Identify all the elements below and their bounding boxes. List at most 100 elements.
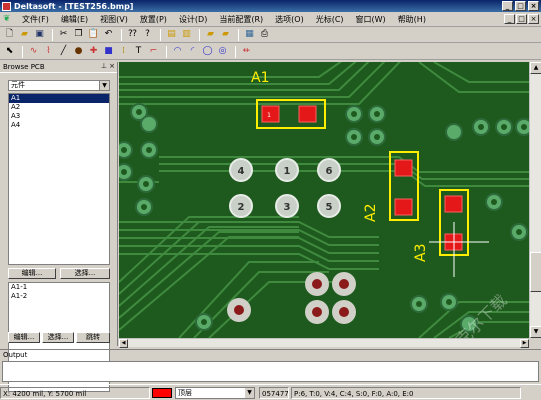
text-icon[interactable]: T [132, 45, 145, 58]
rectangle-icon[interactable]: ■ [102, 45, 115, 58]
doc-restore-button[interactable]: □ [516, 14, 527, 24]
doc-close-button[interactable]: × [528, 14, 539, 24]
title-bar: Deltasoft - [TEST256.bmp] _ □ × [0, 0, 541, 12]
component-list[interactable]: A1 A2 A3 A4 [8, 93, 110, 265]
image-icon[interactable]: ▦ [243, 28, 256, 41]
context-help-icon[interactable]: ⁇ [126, 28, 139, 41]
browse-type-value: 元件 [11, 81, 25, 89]
arc-center-icon[interactable]: ◜ [186, 45, 199, 58]
status-params: P:6, T:0, V:4, C:4, S:0, F:0, A:0, E:0 [291, 386, 521, 399]
copy-icon[interactable]: ❐ [72, 28, 85, 41]
import-icon[interactable]: ▤ [165, 28, 178, 41]
menu-edit[interactable]: 编辑(E) [55, 14, 94, 25]
scroll-up-icon[interactable]: ▲ [530, 62, 541, 74]
toolbar-drawing: ⬉ ∿ ⌇ ╱ ● ✚ ■ ⁞ T ⌐ ◠ ◜ ◯ ◎ ⇷ [0, 44, 541, 60]
edit-pin-button[interactable]: 编辑... [8, 332, 40, 343]
menu-options[interactable]: 选项(O) [269, 14, 310, 25]
pin-number-label: 2 [238, 202, 245, 213]
pad-icon[interactable]: ✚ [87, 45, 100, 58]
circle-icon[interactable]: ◯ [201, 45, 214, 58]
maximize-button[interactable]: □ [515, 1, 526, 11]
print-icon[interactable]: ⎙ [258, 28, 271, 41]
browse-pcb-panel: Browse PCB ⊥ × 元件 ▼ A1 A2 A3 A4 编辑... 选择… [0, 62, 118, 392]
designator-label: A2 [363, 204, 379, 222]
list-item[interactable]: A3 [9, 112, 109, 121]
designator-label: A3 [413, 244, 429, 262]
list-item[interactable]: A2 [9, 103, 109, 112]
jump-button[interactable]: 跳转 [76, 332, 110, 343]
close-button[interactable]: × [528, 1, 539, 11]
wire-icon[interactable]: ⌇ [42, 45, 55, 58]
panel-close-icon[interactable]: × [109, 62, 115, 70]
pin-number-label: 6 [326, 166, 333, 177]
list-item[interactable]: A1-1 [9, 283, 109, 292]
select-pin-button[interactable]: 选择... [42, 332, 74, 343]
select-button[interactable]: 选择... [60, 268, 110, 279]
vertical-scrollbar[interactable]: ▲ ▼ [529, 62, 541, 338]
via-icon[interactable]: ● [72, 45, 85, 58]
folder-icon[interactable]: ▰ [204, 28, 217, 41]
dimension-icon[interactable]: ⌐ [147, 45, 160, 58]
list-item[interactable]: A4 [9, 121, 109, 130]
select-icon[interactable]: ⬉ [3, 45, 16, 58]
cut-icon[interactable]: ✂ [57, 28, 70, 41]
cursor-coordinates: X: 4200 mil, Y: 5700 mil [0, 386, 150, 399]
menu-place[interactable]: 放置(P) [134, 14, 173, 25]
menu-design[interactable]: 设计(D) [173, 14, 213, 25]
pin-icon[interactable]: ⊥ [101, 62, 107, 70]
save-icon[interactable]: ▣ [33, 28, 46, 41]
menu-window[interactable]: 窗口(W) [350, 14, 392, 25]
menu-file[interactable]: 文件(F) [16, 14, 55, 25]
toolbar-separator [235, 45, 236, 58]
scroll-thumb[interactable] [530, 252, 541, 292]
arc-icon[interactable]: ◠ [171, 45, 184, 58]
open-folder-icon[interactable]: ▰ [18, 28, 31, 41]
menu-cursor[interactable]: 光标(C) [310, 14, 350, 25]
browse-type-select[interactable]: 元件 ▼ [8, 80, 110, 91]
menu-view[interactable]: 视图(V) [94, 14, 134, 25]
export-icon[interactable]: ▥ [180, 28, 193, 41]
minimize-button[interactable]: _ [502, 1, 513, 11]
toolbar-separator [238, 28, 239, 41]
pin-number-label: 3 [284, 202, 291, 213]
menu-help[interactable]: 帮助(H) [392, 14, 432, 25]
output-text-area[interactable] [2, 361, 539, 382]
chevron-down-icon[interactable]: ▼ [245, 387, 254, 398]
horizontal-scrollbar[interactable]: ◀ ▶ [119, 338, 529, 348]
help-icon[interactable]: ? [141, 28, 154, 41]
scroll-left-icon[interactable]: ◀ [119, 339, 128, 348]
pcb-canvas[interactable]: 4 1 6 2 3 5 1 A1 A2 A3 电克尔下载 [119, 62, 529, 338]
app-icon [2, 1, 11, 11]
pcb-image[interactable]: 4 1 6 2 3 5 1 A1 A2 A3 电克尔下载 [119, 62, 529, 338]
document-system-icon[interactable]: ❦ [3, 14, 13, 24]
paste-icon[interactable]: 📋 [87, 28, 100, 41]
toolbar-separator [52, 28, 53, 41]
scroll-down-icon[interactable]: ▼ [530, 326, 541, 338]
circle-edge-icon[interactable]: ◎ [216, 45, 229, 58]
trace-icon[interactable]: ∿ [27, 45, 40, 58]
edit-button[interactable]: 编辑... [8, 268, 56, 279]
scroll-right-icon[interactable]: ▶ [520, 339, 529, 348]
new-file-icon[interactable]: 🗋 [3, 28, 16, 41]
undo-icon[interactable]: ↶ [102, 28, 115, 41]
chevron-down-icon[interactable]: ▼ [99, 81, 109, 90]
doc-minimize-button[interactable]: _ [504, 14, 515, 24]
toolbar-separator [160, 28, 161, 41]
toolbar-separator [22, 45, 23, 58]
layer-select-value: 顶层 [178, 388, 192, 397]
component-icon[interactable]: ⁞ [117, 45, 130, 58]
toolbar-separator [166, 45, 167, 58]
menu-config[interactable]: 当前配置(R) [213, 14, 269, 25]
list-item[interactable]: A1-2 [9, 292, 109, 301]
pin-number-label: 4 [238, 166, 245, 177]
open-project-icon[interactable]: ▰ [219, 28, 232, 41]
cross-probe-icon[interactable]: ⇷ [240, 45, 253, 58]
toolbar-separator [199, 28, 200, 41]
layer-select[interactable]: 顶层 ▼ [175, 386, 255, 399]
panel-title: Browse PCB ⊥ × [0, 62, 117, 73]
list-item[interactable]: A1 [9, 94, 109, 103]
output-panel: Output [0, 349, 541, 383]
status-code: 057477 [259, 386, 289, 399]
line-icon[interactable]: ╱ [57, 45, 70, 58]
window-title: Deltasoft - [TEST256.bmp] [14, 1, 134, 11]
